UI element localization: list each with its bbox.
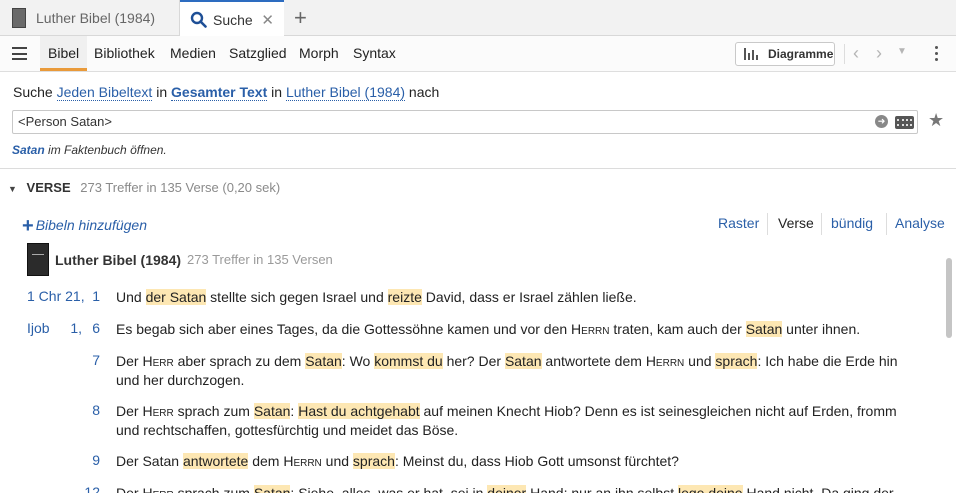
nav-syntax[interactable]: Syntax <box>353 36 396 71</box>
verse-number[interactable]: 1 <box>0 288 100 304</box>
nav-medien[interactable]: Medien <box>170 36 216 71</box>
view-raster[interactable]: Raster <box>718 215 759 231</box>
tab-bar: Luther Bibel (1984) Suche ✕ + <box>0 0 956 37</box>
factbook-link[interactable]: Satan im Faktenbuch öffnen. <box>12 143 167 157</box>
search-in-word: in <box>156 84 168 100</box>
scrollbar[interactable] <box>946 258 952 338</box>
search-input[interactable]: <Person Satan> <box>12 110 918 134</box>
verse-number[interactable]: 9 <box>0 452 100 468</box>
search-description: Suche Jeden Bibeltext in Gesamter Text i… <box>13 84 440 101</box>
history-dropdown-icon[interactable]: ▼ <box>897 46 907 57</box>
tab-label: Suche <box>213 11 253 28</box>
verse-number[interactable]: 8 <box>0 402 100 418</box>
bible-name: Luther Bibel (1984) <box>55 251 182 268</box>
verse-text: Es begab sich aber eines Tages, da die G… <box>116 321 861 337</box>
nav-bibel[interactable]: Bibel <box>40 36 88 71</box>
verse-number[interactable]: 12 <box>0 484 100 493</box>
diagram-button-label: Diagramme <box>768 47 834 61</box>
close-icon[interactable]: ✕ <box>261 11 274 29</box>
nav-bibliothek[interactable]: Bibliothek <box>94 36 155 71</box>
verse-text: Der Herr sprach zum Satan: Hast du achtg… <box>116 403 897 438</box>
scope-range-link[interactable]: Gesamter Text <box>171 84 268 101</box>
verse-number[interactable]: 6 <box>0 320 100 336</box>
tab-luther-bibel[interactable]: Luther Bibel (1984) <box>0 0 180 36</box>
verse-text: Der Satan antwortete dem Herrn und sprac… <box>116 453 679 469</box>
verses-section-header[interactable]: ▼ VERSE 273 Treffer in 135 Verse (0,20 s… <box>8 180 280 195</box>
go-arrow-icon[interactable]: ➜ <box>875 115 888 128</box>
back-arrow-icon[interactable]: ‹ <box>853 43 859 64</box>
search-in-word: in <box>271 84 283 100</box>
view-buendig[interactable]: bündig <box>831 215 873 231</box>
more-options-icon[interactable] <box>935 46 939 64</box>
plus-icon: + <box>22 215 34 237</box>
verse-text: Der Herr sprach zum Satan: Siehe, alles,… <box>116 484 916 493</box>
view-analyse[interactable]: Analyse <box>895 215 945 231</box>
add-bibles-button[interactable]: + Bibeln hinzufügen <box>22 215 147 238</box>
bible-link[interactable]: Luther Bibel (1984) <box>285 84 406 101</box>
fact-text: im Faktenbuch öffnen. <box>48 143 167 157</box>
forward-arrow-icon[interactable]: › <box>876 43 882 64</box>
tab-suche[interactable]: Suche ✕ <box>180 0 284 37</box>
fact-term: Satan <box>12 143 45 157</box>
view-separator <box>767 213 768 235</box>
verse-text: Und der Satan stellte sich gegen Israel … <box>116 289 637 305</box>
menu-icon[interactable] <box>12 47 27 60</box>
nav-morph[interactable]: Morph <box>299 36 339 71</box>
bible-cover-icon <box>27 243 49 276</box>
bible-hit-count: 273 Treffer in 135 Versen <box>187 252 333 267</box>
verse-number[interactable]: 7 <box>0 352 100 368</box>
keyboard-icon[interactable] <box>895 116 914 129</box>
toolbar-separator <box>844 44 845 64</box>
scope-type-link[interactable]: Jeden Bibeltext <box>56 84 153 101</box>
tab-label: Luther Bibel (1984) <box>36 10 156 26</box>
view-separator <box>821 213 822 235</box>
verse-text: Der Herr aber sprach zu dem Satan: Wo ko… <box>116 353 898 388</box>
add-tab-icon[interactable]: + <box>294 5 307 31</box>
star-icon[interactable]: ★ <box>928 110 944 131</box>
divider <box>0 168 956 169</box>
search-suffix: nach <box>408 84 440 100</box>
hit-summary: 273 Treffer in 135 Verse (0,20 sek) <box>80 180 281 195</box>
section-title: VERSE <box>26 180 71 195</box>
search-icon <box>190 11 207 28</box>
toolbar: Bibel Bibliothek Medien Satzglied Morph … <box>0 36 956 72</box>
bible-header: Luther Bibel (1984) 273 Treffer in 135 V… <box>27 243 333 276</box>
book-icon <box>12 8 26 28</box>
search-prefix: Suche <box>13 84 53 100</box>
collapse-triangle-icon[interactable]: ▼ <box>8 184 17 194</box>
view-separator <box>886 213 887 235</box>
view-verse[interactable]: Verse <box>778 215 814 231</box>
add-bibles-label: Bibeln hinzufügen <box>35 217 147 233</box>
diagram-button[interactable]: Diagramme <box>735 42 835 66</box>
nav-satzglied[interactable]: Satzglied <box>229 36 287 71</box>
bar-chart-icon <box>744 48 760 60</box>
